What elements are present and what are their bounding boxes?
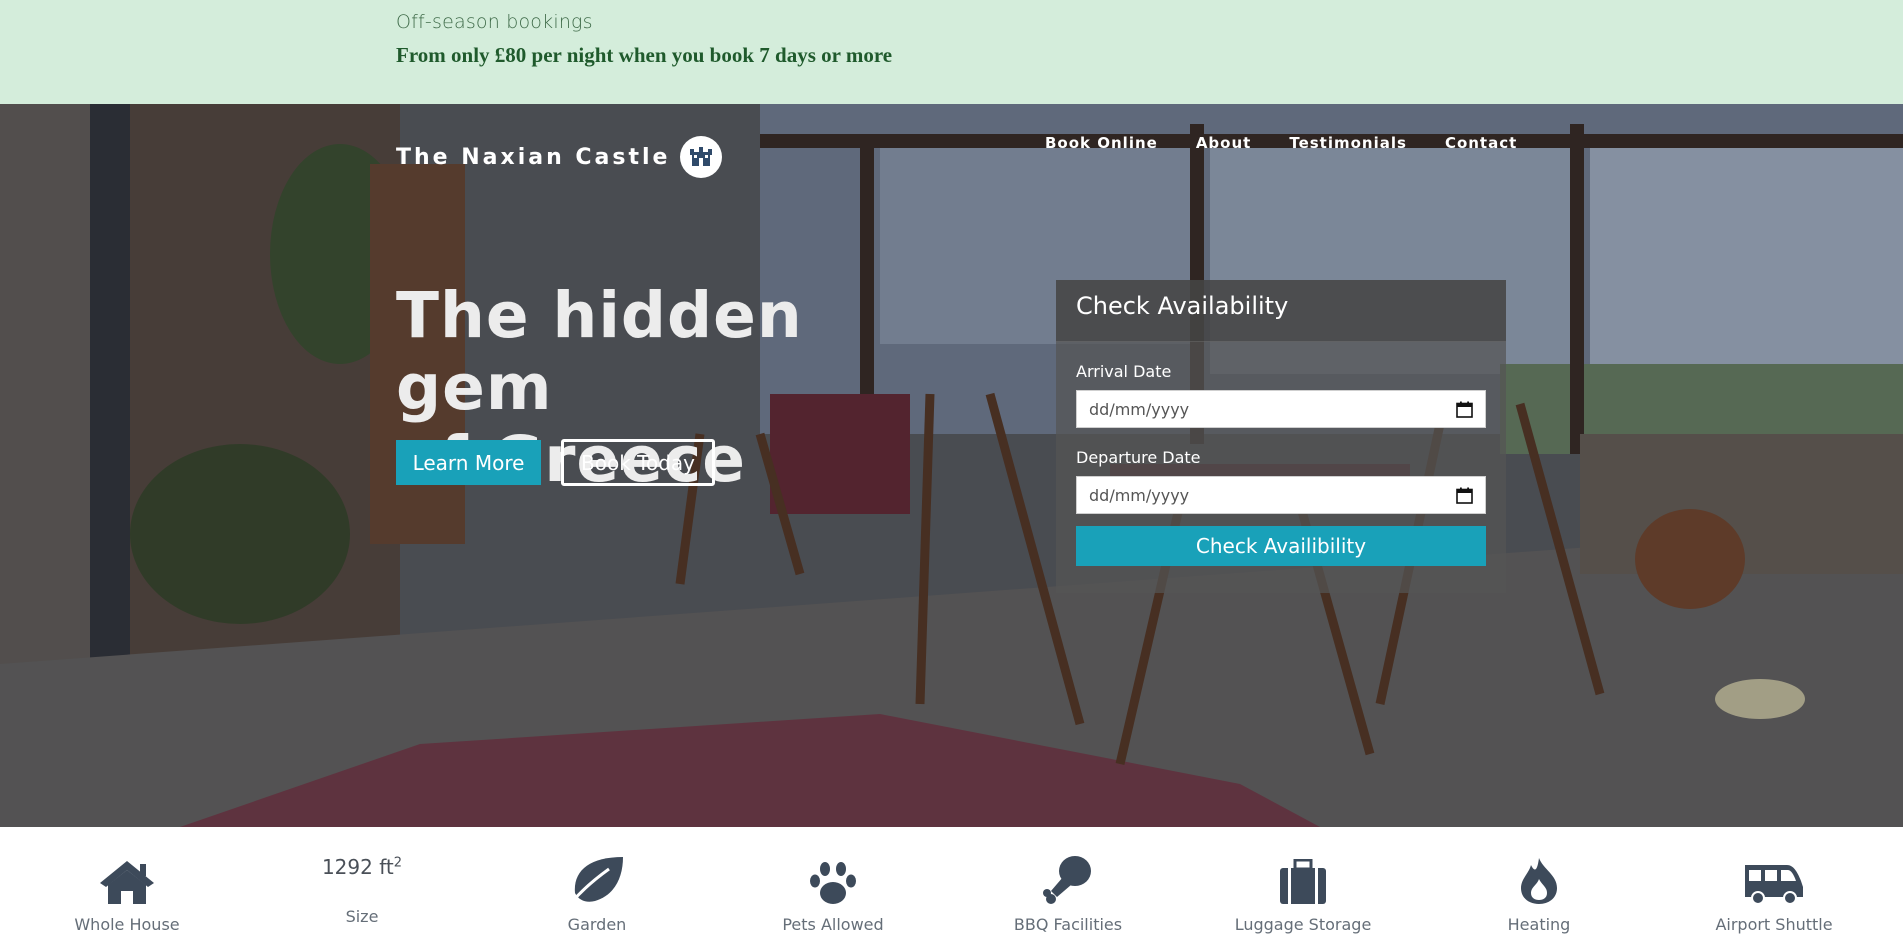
castle-logo-icon[interactable] [680,136,723,178]
amenity-bbq: BBQ Facilities [968,827,1168,934]
amenity-label: Whole House [74,915,180,934]
headline-line-1: The hidden gem [396,279,803,424]
amenity-airport-shuttle: Airport Shuttle [1674,827,1874,934]
amenity-label: Luggage Storage [1234,915,1372,934]
amenity-label: Airport Shuttle [1715,915,1833,934]
departure-date-label: Departure Date [1076,448,1201,467]
amenity-whole-house: Whole House [27,827,227,934]
promo-heading: Off-season bookings [396,11,593,33]
nav-testimonials[interactable]: Testimonials [1289,134,1407,152]
amenities-bar: Whole House 1292 ft2 Size Garden Pets Al… [0,827,1903,950]
arrival-date-label: Arrival Date [1076,362,1172,381]
paw-icon [810,862,856,904]
nav-contact[interactable]: Contact [1445,134,1517,152]
calendar-icon[interactable] [1456,401,1473,418]
nav-book-online[interactable]: Book Online [1045,134,1158,152]
learn-more-button[interactable]: Learn More [396,440,541,485]
hero-section: The Naxian Castle Book Online About Test… [0,104,1903,827]
amenity-size: 1292 ft2 Size [262,827,462,926]
promo-banner: Off-season bookings From only £80 per ni… [0,0,1903,104]
fire-icon [1521,858,1557,904]
availability-panel: Check Availability Arrival Date dd/mm/yy… [1056,280,1506,593]
amenity-label: Garden [567,915,627,934]
departure-date-input[interactable]: dd/mm/yyyy [1076,476,1486,514]
calendar-icon[interactable] [1456,487,1473,504]
amenity-heating: Heating [1439,827,1639,934]
brand-name[interactable]: The Naxian Castle [396,145,670,170]
leaf-icon [569,857,623,904]
amenity-label: Heating [1507,915,1571,934]
shuttle-van-icon [1745,865,1803,905]
arrival-date-input[interactable]: dd/mm/yyyy [1076,390,1486,428]
home-icon [100,861,154,904]
nav-about[interactable]: About [1196,134,1252,152]
amenity-label: BBQ Facilities [1013,915,1123,934]
departure-date-placeholder: dd/mm/yyyy [1089,485,1190,505]
amenity-label: Size [345,907,379,926]
amenity-label: Pets Allowed [782,915,884,934]
brand[interactable]: The Naxian Castle [396,136,723,178]
main-nav: Book Online About Testimonials Contact [1045,134,1555,152]
amenity-pets: Pets Allowed [733,827,933,934]
amenity-garden: Garden [497,827,697,934]
amenity-luggage: Luggage Storage [1203,827,1403,934]
arrival-date-placeholder: dd/mm/yyyy [1089,399,1190,419]
availability-title: Check Availability [1076,292,1289,320]
promo-offer: From only £80 per night when you book 7 … [396,43,893,67]
check-availability-button[interactable]: Check Availibility [1076,526,1486,566]
suitcase-icon [1280,859,1326,904]
size-value: 1292 ft2 [321,855,403,879]
drumstick-icon [1043,856,1091,904]
book-today-button[interactable]: Book Today [561,439,715,486]
